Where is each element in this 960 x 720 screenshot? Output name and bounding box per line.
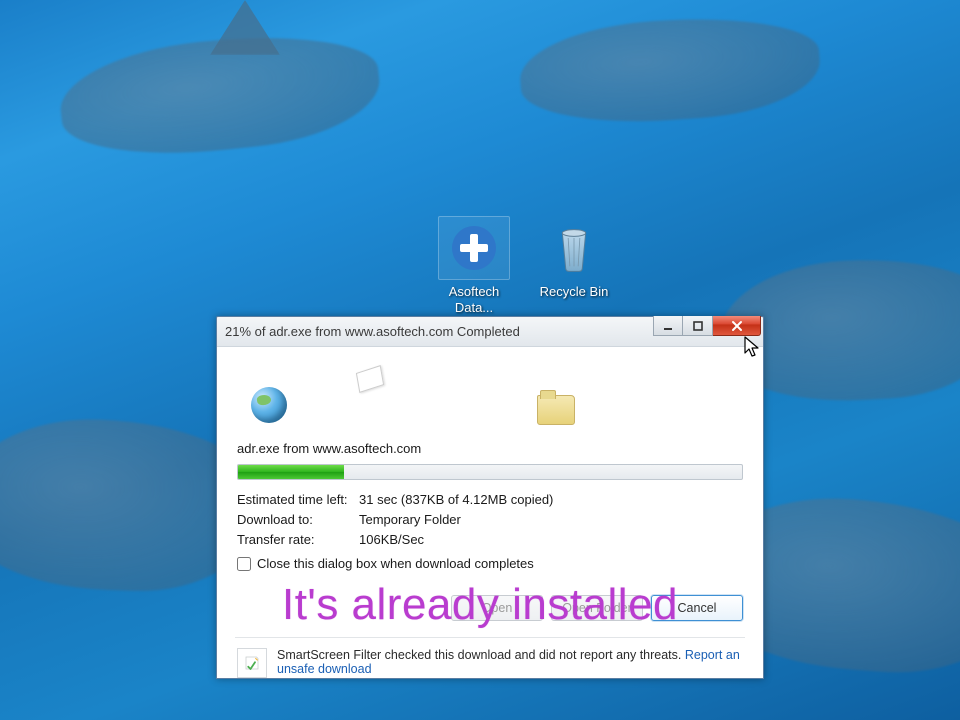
smartscreen-message: SmartScreen Filter checked this download… [277, 648, 681, 662]
download-stats: Estimated time left: 31 sec (837KB of 4.… [237, 490, 743, 550]
file-source-line: adr.exe from www.asoftech.com [237, 441, 743, 456]
desktop-icon-asoftech[interactable]: Asoftech Data... [428, 216, 520, 317]
dest-label: Download to: [237, 510, 359, 530]
wallpaper-shape [210, 0, 280, 55]
desktop-icon-label: Asoftech Data... [428, 284, 520, 317]
titlebar[interactable]: 21% of adr.exe from www.asoftech.com Com… [217, 317, 763, 347]
open-folder-button: Open Folder [551, 595, 643, 621]
minimize-button[interactable] [653, 316, 683, 336]
maximize-button[interactable] [683, 316, 713, 336]
close-button[interactable] [713, 316, 761, 336]
rate-value: 106KB/Sec [359, 530, 424, 550]
flying-page-icon [356, 365, 384, 393]
progress-fill [238, 465, 344, 479]
window-title: 21% of adr.exe from www.asoftech.com Com… [225, 324, 520, 339]
rate-label: Transfer rate: [237, 530, 359, 550]
eta-value: 31 sec (837KB of 4.12MB copied) [359, 490, 553, 510]
globe-icon [251, 387, 287, 423]
open-button: Open [451, 595, 543, 621]
asoftech-icon [438, 216, 510, 280]
desktop-icon-label: Recycle Bin [528, 284, 620, 300]
desktop-icon-recycle-bin[interactable]: Recycle Bin [528, 216, 620, 300]
download-dialog: 21% of adr.exe from www.asoftech.com Com… [216, 316, 764, 679]
smartscreen-text: SmartScreen Filter checked this download… [277, 648, 743, 678]
dest-value: Temporary Folder [359, 510, 461, 530]
recycle-bin-icon [538, 216, 610, 280]
smartscreen-panel: SmartScreen Filter checked this download… [235, 637, 745, 678]
close-when-done-row[interactable]: Close this dialog box when download comp… [237, 556, 743, 571]
progress-bar [237, 464, 743, 480]
transfer-animation [237, 365, 743, 427]
close-when-done-label: Close this dialog box when download comp… [257, 556, 534, 571]
folder-icon [537, 395, 575, 425]
wallpaper-shape [517, 10, 823, 131]
dialog-body: adr.exe from www.asoftech.com Estimated … [217, 347, 763, 581]
window-controls [653, 317, 761, 336]
eta-label: Estimated time left: [237, 490, 359, 510]
close-when-done-checkbox[interactable] [237, 557, 251, 571]
smartscreen-icon [237, 648, 267, 678]
dialog-button-row: Open Open Folder Cancel [217, 581, 763, 637]
desktop-background: Asoftech Data... Recycle Bin 21% of adr.… [0, 0, 960, 720]
cancel-button[interactable]: Cancel [651, 595, 743, 621]
